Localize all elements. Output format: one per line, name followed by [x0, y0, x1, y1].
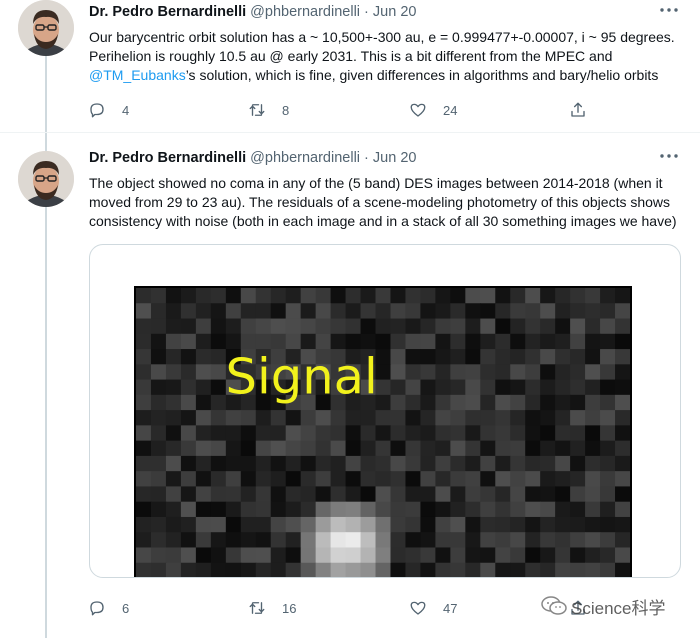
author-name[interactable]: Dr. Pedro Bernardinelli: [89, 4, 246, 20]
tweet-text: Our barycentric orbit solution has a ~ 1…: [89, 28, 689, 85]
like-count: 24: [443, 102, 458, 118]
reply-icon: [90, 601, 104, 616]
tweet-text-line: consistency with noise (both in each ima…: [89, 213, 677, 229]
signal-label: Signal: [226, 348, 378, 406]
avatar[interactable]: [18, 0, 74, 56]
mention-link[interactable]: @TM_Eubanks: [89, 67, 186, 83]
retweet-button[interactable]: 16: [248, 598, 296, 618]
separator: ·: [364, 150, 369, 166]
tweet-date[interactable]: Jun 20: [373, 4, 417, 20]
tweet[interactable]: Dr. Pedro Bernardinelli @phbernardinelli…: [0, 146, 700, 638]
reply-icon: [90, 103, 104, 118]
retweet-icon: [249, 602, 265, 614]
watermark-text: Science科学: [571, 598, 666, 618]
like-button[interactable]: 47: [409, 598, 457, 618]
media-card[interactable]: Signal: [89, 244, 681, 578]
tweet-text-line: Perihelion is roughly 10.5 au @ early 20…: [89, 48, 613, 64]
reply-button[interactable]: 4: [88, 100, 129, 120]
reply-count: 4: [122, 102, 130, 118]
action-bar: 6 16 47: [88, 598, 608, 618]
avatar[interactable]: [18, 151, 74, 207]
tweet[interactable]: Dr. Pedro Bernardinelli @phbernardinelli…: [0, 0, 700, 132]
tweet-text-fragment: ’s solution, which is fine, given differ…: [185, 67, 659, 83]
like-count: 47: [443, 600, 458, 616]
tweet-text-line: moved from 29 to 23 au). The residuals o…: [89, 194, 671, 210]
author-name[interactable]: Dr. Pedro Bernardinelli: [89, 150, 246, 166]
retweet-count: 16: [282, 600, 297, 616]
retweet-count: 8: [282, 102, 290, 118]
tweet-text-line: Our barycentric orbit solution has a ~ 1…: [89, 29, 675, 45]
author-handle[interactable]: @phbernardinelli: [250, 4, 360, 20]
reply-button[interactable]: 6: [88, 598, 129, 618]
action-bar: 4 8 24: [88, 100, 608, 120]
tweet-date[interactable]: Jun 20: [373, 150, 417, 166]
more-options-icon[interactable]: [658, 3, 680, 17]
retweet-icon: [249, 104, 265, 116]
tweet-divider: [0, 132, 700, 133]
reply-count: 6: [122, 600, 130, 616]
tweet-text-line: The object showed no coma in any of the …: [89, 175, 663, 191]
share-button[interactable]: [569, 100, 587, 120]
author-handle[interactable]: @phbernardinelli: [250, 150, 360, 166]
wechat-icon: [541, 596, 567, 615]
separator: ·: [364, 4, 369, 20]
tweet-text-line: @TM_Eubanks’s solution, which is fine, g…: [89, 66, 689, 85]
tweet-header: Dr. Pedro Bernardinelli @phbernardinelli…: [89, 150, 416, 166]
retweet-button[interactable]: 8: [248, 100, 289, 120]
watermark: Science科学: [540, 594, 665, 618]
tweet-header: Dr. Pedro Bernardinelli @phbernardinelli…: [89, 4, 416, 20]
more-options-icon[interactable]: [658, 149, 680, 163]
signal-image[interactable]: Signal: [134, 286, 632, 578]
tweet-text: The object showed no coma in any of the …: [89, 174, 689, 231]
share-icon: [571, 102, 585, 117]
heart-icon: [410, 103, 426, 117]
like-button[interactable]: 24: [409, 100, 457, 120]
heart-icon: [410, 601, 426, 615]
